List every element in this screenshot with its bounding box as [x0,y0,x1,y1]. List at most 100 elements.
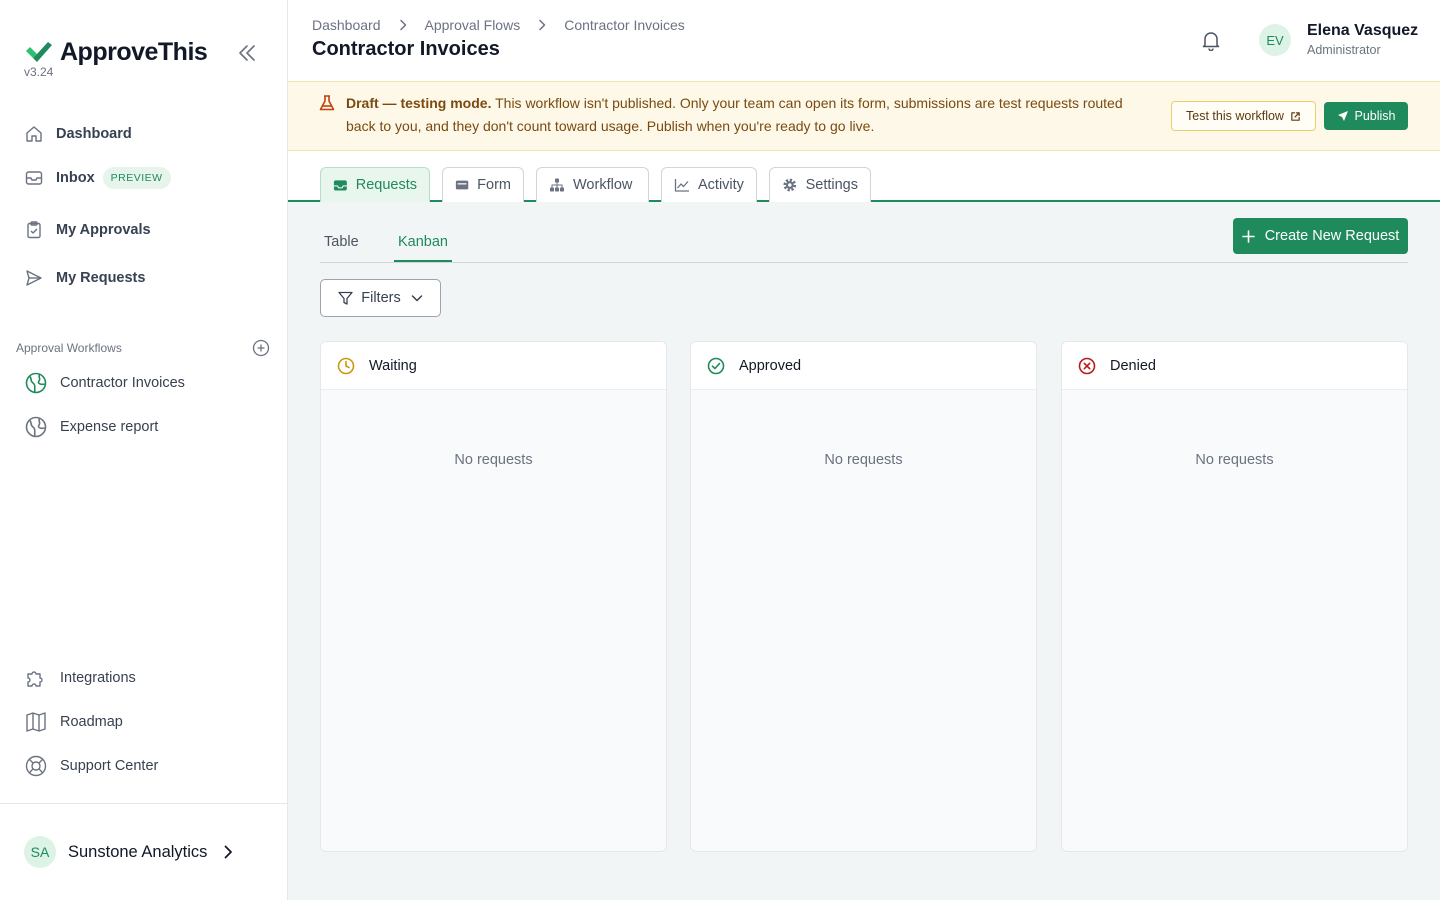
funnel-icon [338,291,353,305]
kanban-column-header: Waiting [321,342,666,390]
page-header: Dashboard Approval Flows Contractor Invo… [288,0,1440,81]
tab-label: Form [477,177,511,193]
tab-form[interactable]: Form [442,167,524,202]
tab-label: Workflow [573,177,633,193]
hierarchy-icon [550,178,564,192]
tab-label: Requests [355,177,417,193]
kanban-column-waiting: Waiting No requests [320,341,667,852]
filters-label: Filters [361,290,401,306]
sidebar-item-my-requests[interactable]: My Requests [24,268,145,288]
empty-state: No requests [824,452,903,468]
page-title: Contractor Invoices [312,38,500,60]
bell-icon[interactable] [1200,29,1222,51]
tab-workflow[interactable]: Workflow [536,167,649,202]
publish-button[interactable]: Publish [1324,102,1408,130]
breadcrumb-approval-flows[interactable]: Approval Flows [425,17,521,33]
workflow-tabs: Requests Form Workflow Activity Settings [288,151,1440,202]
sidebar: ApproveThis v3.24 Dashboard Inbox PREVIE… [0,0,288,900]
sidebar-divider [0,803,288,804]
sidebar-item-label: Roadmap [60,714,123,730]
sidebar-item-integrations[interactable]: Integrations [24,666,136,690]
x-circle-icon [1078,357,1096,374]
plus-icon [1241,229,1255,243]
kanban-column-title: Waiting [369,357,417,374]
workflows-section-label: Approval Workflows [16,341,122,355]
draft-mode-title: Draft — testing mode. [346,95,492,111]
sidebar-item-label: My Approvals [56,222,151,238]
send-icon [26,270,42,286]
user-role: Administrator [1307,43,1381,57]
lifebuoy-icon [25,755,47,777]
app-name: ApproveThis [60,38,208,66]
test-workflow-button[interactable]: Test this workflow [1171,101,1316,131]
user-avatar[interactable]: EV [1259,24,1291,56]
breadcrumb-current[interactable]: Contractor Invoices [564,17,685,33]
map-icon [26,712,46,732]
chart-line-icon [674,179,689,192]
breadcrumb: Dashboard Approval Flows Contractor Invo… [312,17,685,33]
draft-mode-banner: Draft — testing mode. This workflow isn'… [288,81,1440,151]
form-icon [455,180,469,190]
app-version: v3.24 [24,65,54,79]
clipboard-check-icon [27,221,41,239]
sidebar-item-support-center[interactable]: Support Center [24,754,158,778]
sidebar-item-contractor-invoices[interactable]: Contractor Invoices [24,371,185,395]
check-circle-icon [707,357,725,374]
inbox-tray-icon [333,180,347,191]
publish-label: Publish [1354,109,1396,123]
app-logo[interactable]: ApproveThis [24,38,208,67]
add-workflow-icon[interactable] [252,339,270,357]
sidebar-item-label: Support Center [60,758,159,774]
checkmark-logo-icon [26,41,52,62]
org-avatar: SA [24,836,56,868]
sidebar-item-dashboard[interactable]: Dashboard [24,124,132,144]
clock-icon [337,357,355,374]
chevron-right-icon [539,19,546,31]
org-name: Sunstone Analytics [68,842,208,861]
view-tab-table[interactable]: Table [320,234,363,260]
tab-activity[interactable]: Activity [661,167,757,202]
kanban-column-denied: Denied No requests [1061,341,1408,852]
breadcrumb-dashboard[interactable]: Dashboard [312,17,381,33]
collapse-sidebar-icon[interactable] [236,42,258,64]
filters-button[interactable]: Filters [320,279,441,317]
tab-label: Activity [698,177,744,193]
sidebar-item-label: Expense report [60,419,159,435]
user-name: Elena Vasquez [1307,22,1419,39]
flask-icon [319,95,335,111]
view-tab-kanban[interactable]: Kanban [394,234,452,262]
puzzle-icon [27,671,43,687]
empty-state: No requests [1195,452,1274,468]
chevron-right-icon [399,19,406,31]
create-request-label: Create New Request [1264,228,1400,244]
tab-settings[interactable]: Settings [769,167,871,202]
sidebar-item-expense-report[interactable]: Expense report [24,415,158,439]
external-link-icon [1291,111,1300,121]
sidebar-item-label: Inbox [56,170,95,186]
kanban-column-header: Approved [691,342,1036,390]
chevron-right-icon [225,845,233,859]
preview-badge: PREVIEW [102,167,171,189]
sidebar-item-label: Contractor Invoices [60,375,185,391]
empty-state: No requests [454,452,533,468]
kanban-column-title: Approved [739,357,802,374]
tab-label: Settings [805,177,858,193]
kanban-column-approved: Approved No requests [690,341,1037,852]
gear-icon [783,178,797,192]
rocket-icon [1337,111,1348,121]
create-new-request-button[interactable]: Create New Request [1233,218,1408,254]
sidebar-item-label: Integrations [60,670,136,686]
sidebar-item-label: My Requests [56,270,146,286]
globe-icon [25,372,47,394]
kanban-column-header: Denied [1062,342,1407,390]
chevron-down-icon [411,295,422,302]
sidebar-item-roadmap[interactable]: Roadmap [24,710,123,734]
tab-requests[interactable]: Requests [320,167,430,202]
globe-icon [25,416,47,438]
sidebar-item-my-approvals[interactable]: My Approvals [24,220,151,240]
sidebar-item-inbox[interactable]: Inbox PREVIEW [24,167,171,189]
sidebar-item-label: Dashboard [56,126,132,142]
draft-mode-message: Draft — testing mode. This workflow isn'… [346,92,1146,138]
organization-switcher[interactable]: SA Sunstone Analytics [24,836,235,868]
kanban-column-title: Denied [1110,357,1156,374]
